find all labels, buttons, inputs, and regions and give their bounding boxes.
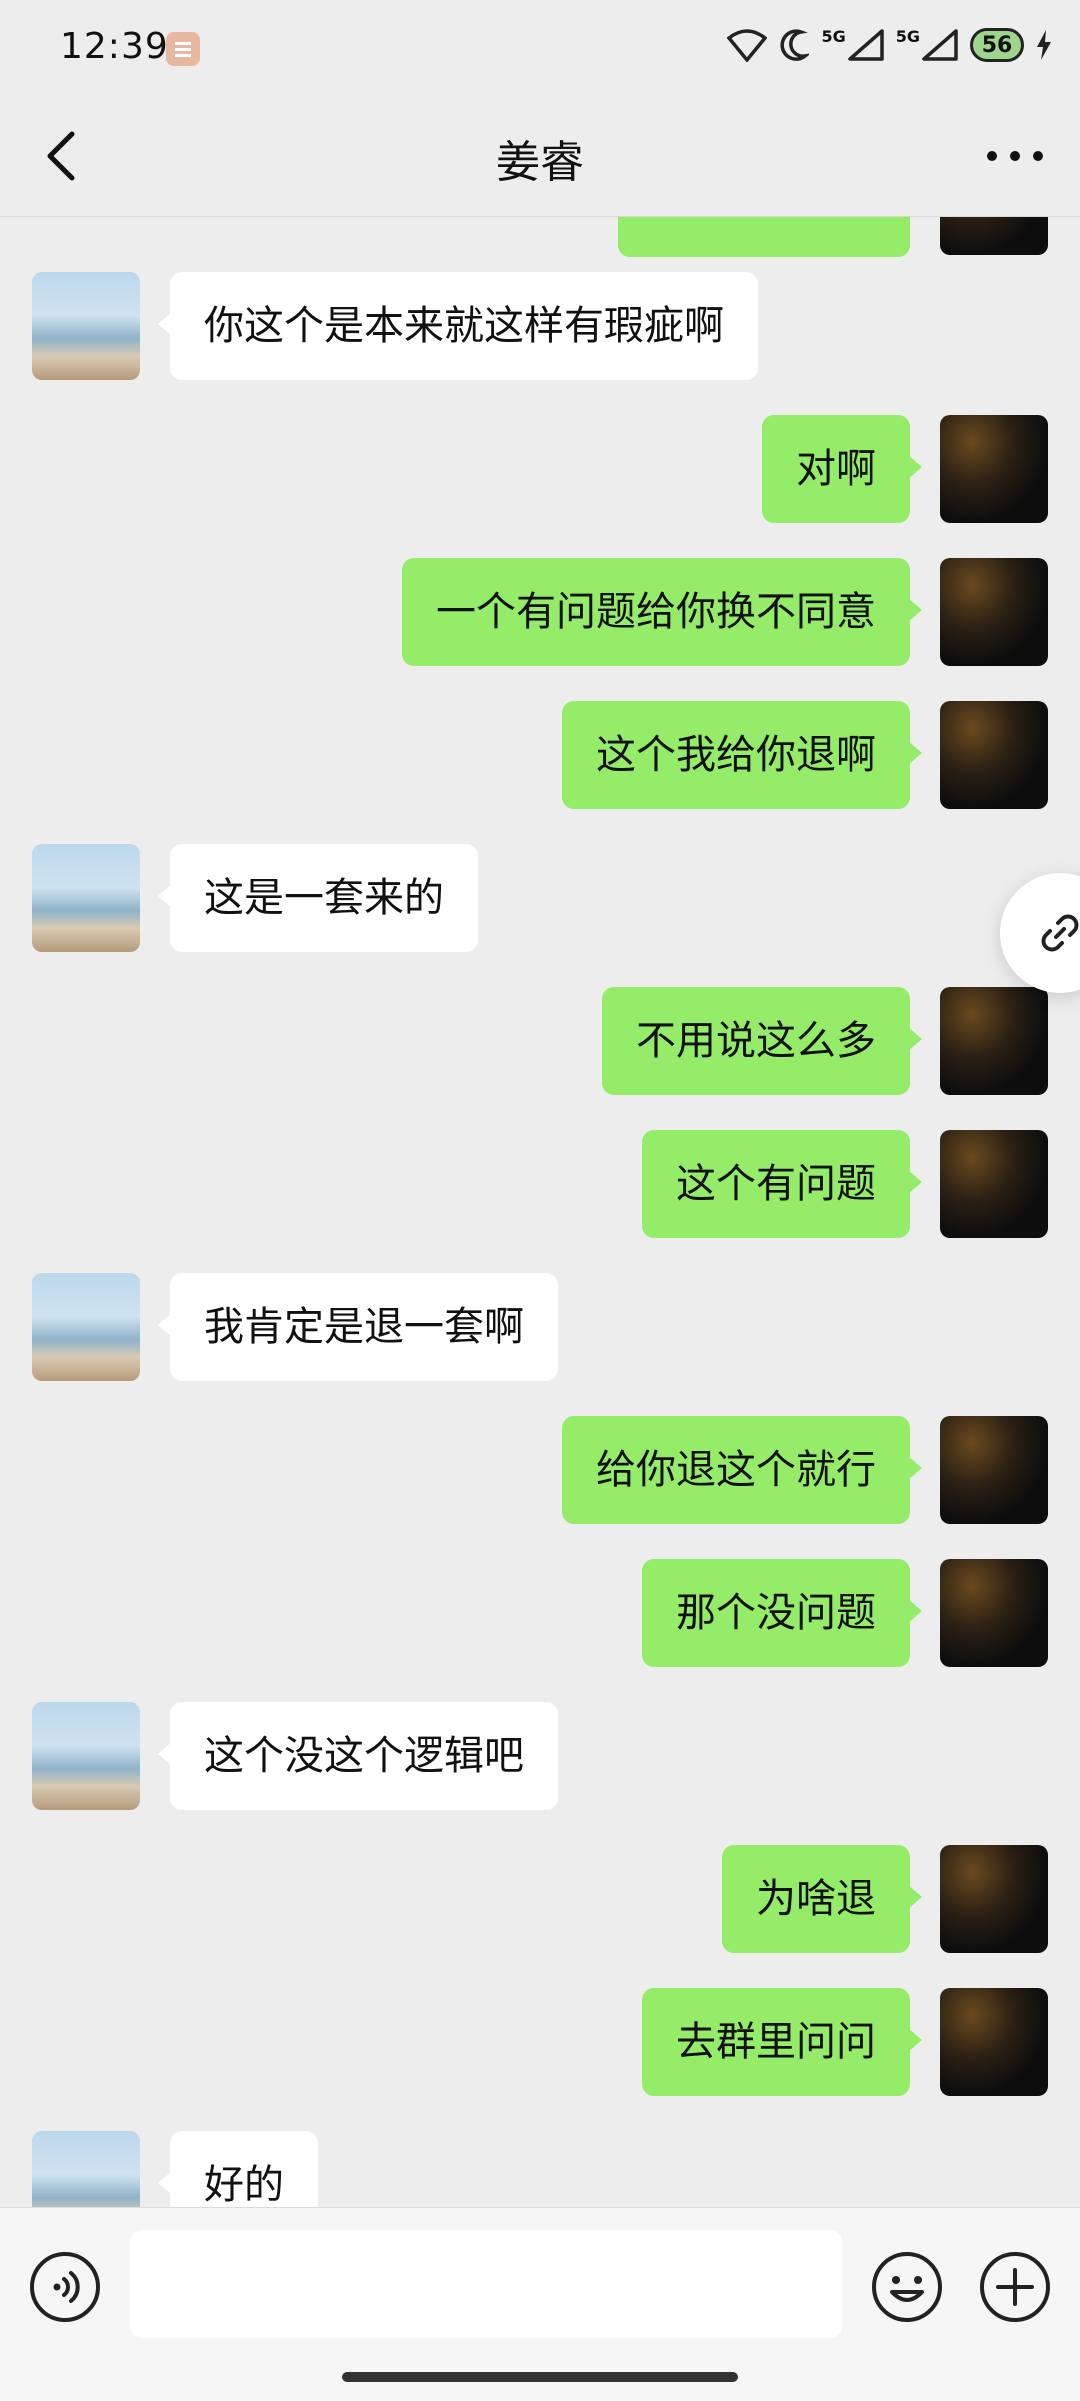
message-row: 给你退这个就行 (0, 1416, 1080, 1524)
message-row: 我肯定是退一套啊 (0, 1273, 1080, 1381)
status-time: 12:39 (60, 26, 169, 67)
chat-message-list[interactable]: 你这个是本来就这样有瑕疵啊 对啊 一个有问题给你换不同意 这个我给你退啊 这是一… (0, 217, 1080, 2207)
battery-indicator: 56 (970, 28, 1024, 62)
emoji-smile-icon (872, 2252, 942, 2322)
message-row: 去群里问问 (0, 1988, 1080, 2096)
charging-icon (1037, 30, 1051, 60)
message-row: 这个有问题 (0, 1130, 1080, 1238)
battery-level: 56 (981, 32, 1013, 58)
message-bubble-sent[interactable]: 那个没问题 (642, 1559, 922, 1667)
avatar-contact[interactable] (32, 2131, 140, 2207)
avatar-self[interactable] (940, 1130, 1048, 1238)
voice-icon (30, 2252, 100, 2322)
avatar-contact[interactable] (32, 844, 140, 952)
message-row: 为啥退 (0, 1845, 1080, 1953)
message-bubble-sent[interactable]: 这个有问题 (642, 1130, 922, 1238)
avatar-self[interactable] (940, 1988, 1048, 2096)
plus-circle-icon (980, 2252, 1050, 2322)
message-bubble-received[interactable]: 我肯定是退一套啊 (158, 1273, 558, 1381)
more-functions-button[interactable] (978, 2250, 1052, 2324)
link-icon (1041, 914, 1079, 952)
avatar-self[interactable] (940, 701, 1048, 809)
message-row: 一个有问题给你换不同意 (0, 558, 1080, 666)
notification-note-icon (166, 32, 200, 66)
message-bubble-sent[interactable]: 不用说这么多 (602, 987, 922, 1095)
chat-title: 姜睿 (496, 137, 584, 188)
home-indicator[interactable] (342, 2372, 738, 2382)
message-row: 你这个是本来就这样有瑕疵啊 (0, 272, 1080, 380)
avatar-self[interactable] (940, 558, 1048, 666)
chat-header: 姜睿 (0, 96, 1080, 217)
signal-1-icon (847, 29, 884, 61)
message-row: 不用说这么多 (0, 987, 1080, 1095)
message-bubble-received[interactable]: 好的 (158, 2131, 318, 2207)
message-row: 这个我给你退啊 (0, 701, 1080, 809)
message-bubble-sent[interactable]: 一个有问题给你换不同意 (402, 558, 922, 666)
message-bubble-sent[interactable]: 为啥退 (722, 1845, 922, 1953)
voice-input-button[interactable] (28, 2250, 102, 2324)
network-2-label: 5G (895, 26, 920, 46)
more-options-button[interactable] (980, 126, 1050, 186)
emoji-button[interactable] (870, 2250, 944, 2324)
message-bubble-sent[interactable]: 这个我给你退啊 (562, 701, 922, 809)
message-bubble-sent[interactable]: 给你退这个就行 (562, 1416, 922, 1524)
avatar-self[interactable] (940, 1845, 1048, 1953)
avatar-self[interactable] (940, 415, 1048, 523)
avatar-self-partial (940, 217, 1048, 255)
message-row: 这个没这个逻辑吧 (0, 1702, 1080, 1810)
more-dots-icon (987, 151, 1043, 161)
wifi-icon (727, 29, 768, 62)
message-row: 好的 (0, 2131, 1080, 2207)
message-row: 这是一套来的 (0, 844, 1080, 952)
message-bubble-sent[interactable]: 去群里问问 (642, 1988, 922, 2096)
message-row: 对啊 (0, 415, 1080, 523)
message-bubble-partial (618, 217, 910, 257)
avatar-self[interactable] (940, 987, 1048, 1095)
status-bar: 12:39 5G 5G 56 (0, 0, 1080, 96)
signal-2-icon (922, 29, 958, 61)
message-row: 那个没问题 (0, 1559, 1080, 1667)
network-1-label: 5G (821, 26, 846, 46)
avatar-contact[interactable] (32, 1273, 140, 1381)
message-text-field[interactable] (130, 2230, 842, 2338)
avatar-contact[interactable] (32, 1702, 140, 1810)
message-bubble-received[interactable]: 这个没这个逻辑吧 (158, 1702, 558, 1810)
do-not-disturb-moon-icon (780, 29, 810, 61)
message-bubble-received[interactable]: 这是一套来的 (158, 844, 478, 952)
avatar-contact[interactable] (32, 272, 140, 380)
status-indicators: 5G 5G 56 (727, 26, 1052, 62)
avatar-self[interactable] (940, 1416, 1048, 1524)
avatar-self[interactable] (940, 1559, 1048, 1667)
message-bubble-sent[interactable]: 对啊 (762, 415, 922, 523)
message-bubble-received[interactable]: 你这个是本来就这样有瑕疵啊 (158, 272, 758, 380)
